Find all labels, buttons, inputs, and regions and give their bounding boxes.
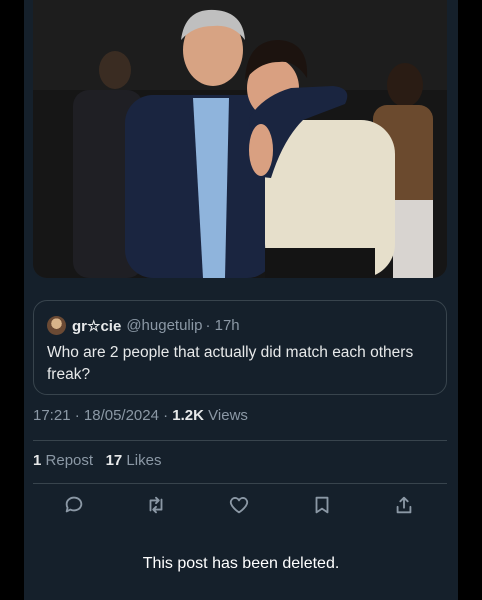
- reposts-stat[interactable]: 1 Repost: [33, 452, 97, 469]
- views-count: 1.2K: [172, 407, 204, 424]
- views-label: Views: [208, 407, 248, 424]
- reply-icon: [65, 496, 83, 513]
- bookmark-button[interactable]: [311, 494, 335, 518]
- post-date: · 18/05/2024 ·: [74, 407, 169, 424]
- quoted-post-header: gr☆cie @hugetulip · 17h: [47, 316, 240, 335]
- share-icon: [396, 496, 412, 514]
- deleted-notice: This post has been deleted.: [142, 555, 340, 572]
- likes-count: 17: [105, 452, 123, 469]
- divider: [33, 483, 447, 484]
- reposts-label: Repost: [45, 452, 94, 469]
- photo-illustration: [33, 0, 447, 278]
- action-bar: [33, 488, 447, 524]
- share-button[interactable]: [393, 494, 417, 518]
- avatar[interactable]: [47, 316, 66, 335]
- quoted-post-text: Who are 2 people that actually did match…: [47, 344, 414, 383]
- bookmark-icon: [315, 496, 329, 514]
- quoted-post-time: · 17h: [205, 317, 240, 334]
- quoted-post[interactable]: gr☆cie @hugetulip · 17h Who are 2 people…: [33, 300, 447, 395]
- likes-label: Likes: [126, 452, 162, 469]
- engagement-stats: 1 Repost 17 Likes: [33, 452, 161, 469]
- post-time: 17:21: [33, 407, 71, 424]
- quoted-author-handle[interactable]: @hugetulip: [126, 317, 202, 334]
- like-button[interactable]: [228, 494, 252, 518]
- reply-button[interactable]: [63, 494, 87, 518]
- reposts-count: 1: [33, 452, 42, 469]
- quoted-author-name[interactable]: gr☆cie: [72, 317, 121, 335]
- repost-button[interactable]: [145, 494, 169, 518]
- likes-stat[interactable]: 17 Likes: [106, 452, 162, 469]
- repost-icon: [149, 496, 163, 514]
- divider: [33, 440, 447, 441]
- post-meta: 17:21 · 18/05/2024 · 1.2K Views: [33, 407, 248, 424]
- like-icon: [229, 497, 249, 514]
- tweet-card: gr☆cie @hugetulip · 17h Who are 2 people…: [24, 0, 458, 600]
- post-photo[interactable]: [33, 0, 447, 278]
